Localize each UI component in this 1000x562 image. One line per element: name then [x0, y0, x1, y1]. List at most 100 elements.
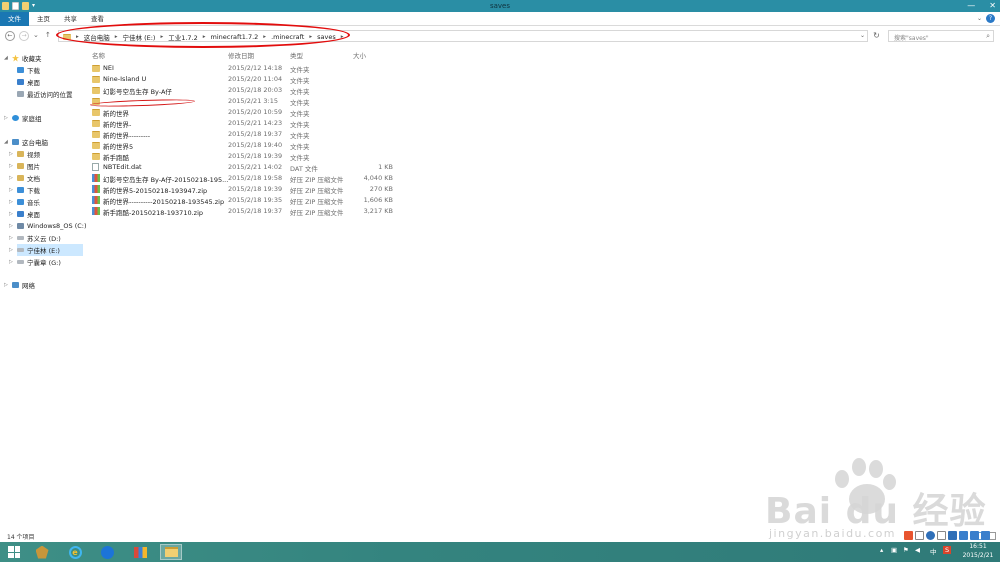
- search-icon[interactable]: ⌕: [986, 32, 990, 41]
- sidebar-item-drive-e[interactable]: ▷ 宁佳林 (E:): [9, 244, 83, 256]
- sidebar-item-drive-g[interactable]: ▷ 宁囊章 (G:): [9, 256, 61, 268]
- recent-locations-button[interactable]: ⌄: [33, 31, 39, 39]
- sidebar-item-downloads-pc[interactable]: ▷ 下载: [9, 184, 40, 196]
- expand-icon[interactable]: ▷: [9, 187, 13, 193]
- paw-icon: [852, 458, 866, 476]
- tab-home[interactable]: 主页: [37, 14, 50, 25]
- file-date: 2015/2/18 19:40: [228, 141, 283, 149]
- file-type: 文件夹: [290, 99, 310, 107]
- window-title: saves: [489, 2, 511, 10]
- taskbar-app-winrar[interactable]: [129, 544, 151, 560]
- file-row[interactable]: 新的世界5-20150218-193947.zip 2015/2/18 19:39…: [90, 184, 400, 195]
- sidebar-item-drive-d[interactable]: ▷ 苏义云 (D:): [9, 232, 61, 244]
- sidebar-item-drive-c[interactable]: ▷ Windows8_OS (C:): [9, 220, 87, 232]
- tab-file[interactable]: 文件: [0, 12, 29, 26]
- file-row[interactable]: 新手跑酷 2015/2/18 19:39 文件夹: [90, 151, 400, 162]
- taskbar-app-browser[interactable]: [96, 544, 118, 560]
- sidebar-item-videos[interactable]: ▷ 视频: [9, 148, 40, 160]
- expand-icon[interactable]: ▷: [4, 115, 8, 121]
- tray-chevron-icon[interactable]: ▴: [880, 546, 883, 554]
- search-box[interactable]: 搜索"saves" ⌕: [888, 30, 994, 42]
- collapse-icon[interactable]: ◢: [4, 139, 8, 145]
- refresh-button[interactable]: ↻: [870, 30, 883, 42]
- file-explorer-icon: [164, 547, 178, 557]
- file-name: NBTEdit.dat: [103, 163, 142, 171]
- expand-icon[interactable]: ▷: [9, 259, 13, 265]
- tab-view[interactable]: 查看: [91, 14, 104, 25]
- tray-network-icon[interactable]: ▣: [891, 546, 897, 554]
- forward-button[interactable]: →: [19, 31, 29, 41]
- file-row[interactable]: NBTEdit.dat 2015/2/21 14:02 DAT 文件 1 KB: [90, 162, 400, 173]
- file-row[interactable]: 新的世界 2015/2/20 10:59 文件夹: [90, 107, 400, 118]
- file-row[interactable]: 新的世界- 2015/2/21 14:23 文件夹: [90, 118, 400, 129]
- help-icon[interactable]: ?: [986, 14, 995, 23]
- sidebar-item-music[interactable]: ▷ 音乐: [9, 196, 40, 208]
- file-row[interactable]: 新的世界----------20150218-193545.zip 2015/2/…: [90, 195, 400, 206]
- expand-icon[interactable]: ▷: [9, 199, 13, 205]
- sidebar-homegroup[interactable]: ▷ 家庭组: [4, 112, 42, 124]
- column-header-type[interactable]: 类型: [290, 50, 303, 60]
- file-name: 新手跑酷: [103, 154, 129, 162]
- column-header-size[interactable]: 大小: [353, 50, 366, 60]
- expand-icon[interactable]: ▷: [4, 282, 8, 288]
- sidebar-favorites[interactable]: ◢ 收藏夹: [4, 52, 42, 64]
- expand-icon[interactable]: ▷: [9, 247, 13, 253]
- tray-flag-icon[interactable]: ⚑: [903, 546, 909, 554]
- file-type: 好压 ZIP 压缩文件: [290, 187, 344, 195]
- expand-icon[interactable]: ▷: [9, 211, 13, 217]
- baidu-watermark: Bai du 经验 jingyan.baidu.com: [755, 448, 995, 543]
- sidebar-this-pc[interactable]: ◢ 这台电脑: [4, 136, 48, 148]
- start-button[interactable]: [3, 544, 25, 560]
- up-button[interactable]: ↑: [45, 31, 51, 39]
- taskbar-app-game[interactable]: [31, 544, 53, 560]
- file-row[interactable]: 新的世界--------- 2015/2/18 19:37 文件夹: [90, 129, 400, 140]
- taskbar-app-explorer[interactable]: [160, 544, 182, 560]
- clock-time: 16:51: [969, 543, 987, 550]
- file-date: 2015/2/20 11:04: [228, 75, 283, 83]
- expand-icon[interactable]: ▷: [9, 151, 13, 157]
- sidebar-item-desktop[interactable]: 桌面: [17, 76, 40, 88]
- expand-icon[interactable]: ▷: [9, 223, 13, 229]
- file-row[interactable]: 新手跑酷-20150218-193710.zip 2015/2/18 19:37 好…: [90, 206, 400, 217]
- close-button[interactable]: ✕: [989, 1, 996, 10]
- minimize-button[interactable]: —: [967, 1, 975, 10]
- taskbar-app-ie[interactable]: e: [64, 544, 86, 560]
- tray-sogou-icon[interactable]: S: [943, 546, 952, 554]
- zip-archive-icon: [92, 174, 100, 182]
- file-name: Nine-Island U: [103, 75, 147, 83]
- internet-explorer-icon: e: [68, 545, 82, 559]
- sidebar-item-documents[interactable]: ▷ 文档: [9, 172, 40, 184]
- sidebar-item-pictures[interactable]: ▷ 图片: [9, 160, 40, 172]
- collapse-icon[interactable]: ◢: [4, 55, 8, 61]
- tray-volume-icon[interactable]: ◀: [915, 546, 920, 554]
- sidebar-network[interactable]: ▷ 网络: [4, 279, 35, 291]
- file-date: 2015/2/21 14:02: [228, 163, 283, 171]
- tray-language[interactable]: 中: [930, 546, 937, 556]
- tab-share[interactable]: 共享: [64, 14, 77, 25]
- address-dropdown-icon[interactable]: ⌄: [860, 32, 865, 39]
- ribbon-expand-icon[interactable]: ⌄: [977, 15, 982, 22]
- zip-archive-icon: [92, 196, 100, 204]
- file-type: 好压 ZIP 压缩文件: [290, 198, 344, 206]
- back-button[interactable]: ←: [5, 31, 15, 41]
- game-app-icon: [35, 545, 49, 559]
- file-name: 新的世界---------: [103, 132, 151, 140]
- expand-icon[interactable]: ▷: [9, 175, 13, 181]
- column-header-date[interactable]: 修改日期: [228, 50, 254, 60]
- taskbar-clock[interactable]: 16:51 2015/2/21: [960, 543, 996, 560]
- file-date: 2015/2/18 19:35: [228, 196, 283, 204]
- documents-icon: [17, 175, 24, 181]
- file-row[interactable]: 新的世界5 2015/2/18 19:40 文件夹: [90, 140, 400, 151]
- sidebar-item-desktop-pc[interactable]: ▷ 桌面: [9, 208, 40, 220]
- expand-icon[interactable]: ▷: [9, 163, 13, 169]
- file-row[interactable]: 幻影号空岛生存 By-A仔 2015/2/18 20:03 文件夹: [90, 85, 400, 96]
- drive-icon: [17, 248, 24, 252]
- file-row[interactable]: 幻影号空岛生存 By-A仔-20150218-195... 2015/2/18 1…: [90, 173, 400, 184]
- expand-icon[interactable]: ▷: [9, 235, 13, 241]
- file-row[interactable]: Nine-Island U 2015/2/20 11:04 文件夹: [90, 74, 400, 85]
- star-icon: [12, 54, 19, 62]
- sidebar-item-recent[interactable]: 最近访问的位置: [17, 88, 73, 100]
- column-header-name[interactable]: 名称: [92, 50, 105, 60]
- sidebar-item-downloads[interactable]: 下载: [17, 64, 40, 76]
- file-row[interactable]: NEI 2015/2/12 14:18 文件夹: [90, 63, 400, 74]
